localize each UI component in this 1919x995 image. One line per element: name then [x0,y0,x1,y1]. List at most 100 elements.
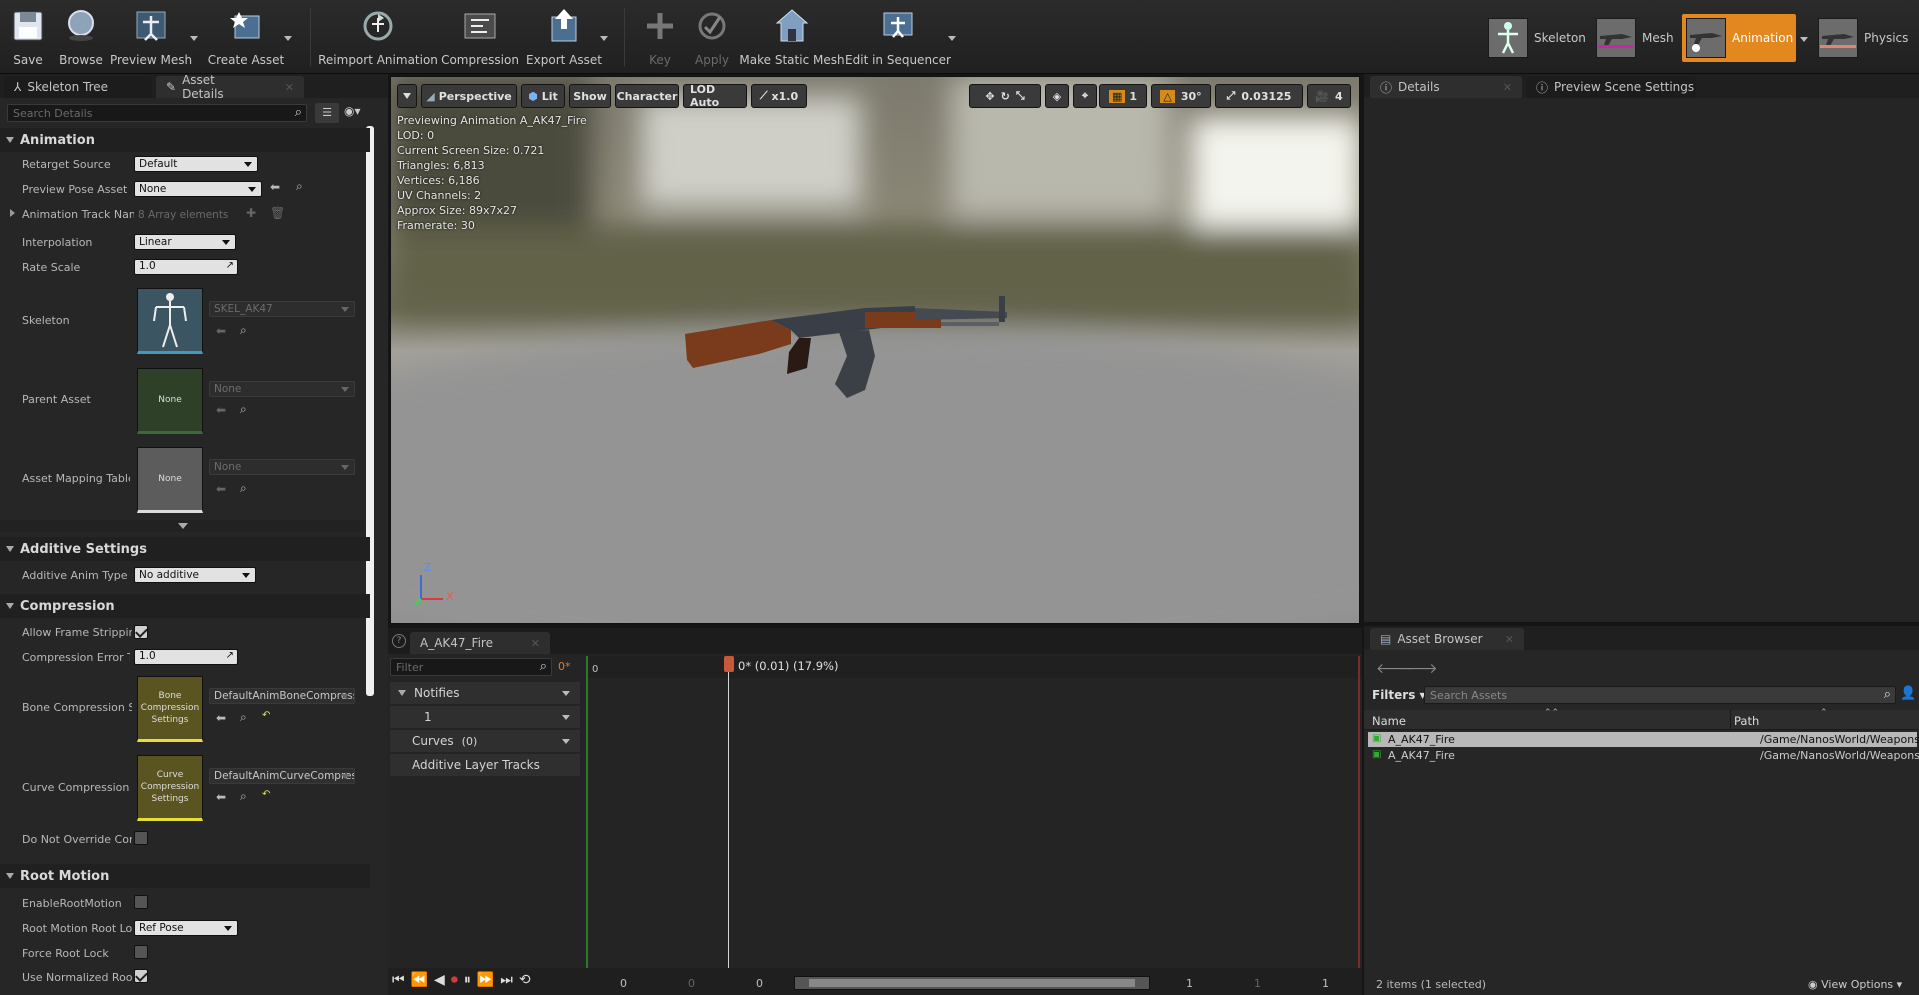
export-asset-dropdown-arrow[interactable] [600,36,608,41]
reset-default-icon[interactable]: ↶ [262,789,270,800]
preview-viewport[interactable]: ◢ Perspective ⬢ Lit Show Character LOD Aut… [390,76,1360,624]
lod-button[interactable]: LOD Auto [683,83,747,109]
make-static-mesh-button[interactable]: Make Static Mesh [739,4,845,70]
rate-scale-input[interactable]: 1.0 ↗ [134,259,238,275]
view-grid-icon[interactable]: ☰ [315,103,339,123]
parent-asset-combo[interactable]: None [209,381,355,397]
chevron-down-icon[interactable] [562,738,570,744]
force-root-lock-checkbox[interactable] [134,945,148,959]
notifies-track-header[interactable]: Notifies [390,682,580,704]
transform-tools-group[interactable]: ✥ ↻ ⤡ [969,84,1041,108]
do-not-override-checkbox[interactable] [134,831,148,845]
pause-icon[interactable]: ⏸ [464,972,471,988]
browse-magnifier-icon[interactable]: ⌕ [240,323,247,338]
skeleton-combo[interactable]: SKEL_AK47 [209,301,355,317]
use-selected-arrow-icon[interactable]: ⬅ [216,403,226,417]
create-asset-button[interactable]: Create Asset [208,4,284,70]
create-asset-dropdown-arrow[interactable] [284,36,292,41]
additive-type-combo[interactable]: No additive [134,567,256,583]
view-range-scrollbar[interactable] [794,976,1150,990]
step-forward-icon[interactable]: ⏩ [477,972,494,988]
notify-track-1[interactable]: 1 [390,706,580,728]
mode-physics-button[interactable]: Physics [1818,14,1918,62]
additive-settings-section-header[interactable]: Additive Settings [0,537,370,561]
browse-magnifier-icon[interactable]: ⌕ [240,481,247,496]
tab-preview-scene-settings[interactable]: ⓘ Preview Scene Settings [1526,76,1696,98]
show-button[interactable]: Show [569,84,611,108]
compression-error-input[interactable]: 1.0 ↗ [134,649,238,665]
retarget-source-combo[interactable]: Default [134,156,258,172]
perspective-button[interactable]: ◢ Perspective [421,84,517,108]
browse-magnifier-icon[interactable]: ⌕ [240,789,247,804]
playhead-handle[interactable] [724,656,734,672]
reset-default-icon[interactable]: ↶ [262,710,270,721]
column-header-path[interactable]: Path [1734,714,1759,728]
search-assets-input[interactable]: Search Assets ⌕ [1424,686,1896,704]
trash-icon[interactable]: 🗑 [270,206,285,220]
table-row[interactable]: ▣ A_AK47_Fire /Game/NanosWorld/Weapons/R… [1368,748,1919,763]
save-button[interactable]: Save [8,4,48,70]
animation-section-header[interactable]: Animation [0,128,370,152]
step-back-icon[interactable]: ⏪ [411,972,428,988]
time-ruler[interactable] [588,656,1362,678]
table-row[interactable]: ▣ A_AK47_Fire /Game/NanosWorld/Weapons/R… [1368,732,1919,747]
search-details-input[interactable]: Search Details ⌕ [7,104,307,122]
camera-speed-group[interactable]: 🎥 4 [1307,84,1351,108]
additive-layer-tracks-header[interactable]: Additive Layer Tracks [390,754,580,776]
bone-compression-combo[interactable]: DefaultAnimBoneCompressionSettings [209,688,355,704]
bone-compression-thumbnail[interactable]: Bone Compression Settings [137,676,203,742]
character-button[interactable]: Character [615,84,679,108]
browse-magnifier-icon[interactable]: ⌕ [240,710,247,725]
use-selected-arrow-icon[interactable]: ⬅ [216,711,226,725]
filters-button[interactable]: Filters ▾ [1372,688,1426,702]
chevron-down-icon[interactable] [562,690,570,696]
skeleton-asset-thumbnail[interactable] [137,288,203,354]
curve-compression-thumbnail[interactable]: Curve Compression Settings [137,755,203,821]
tab-skeleton-tree[interactable]: ⅄ Skeleton Tree [4,76,152,98]
curve-compression-combo[interactable]: DefaultAnimCurveCompressionSettings [209,768,355,784]
edit-in-sequencer-button[interactable]: Edit in Sequencer [845,4,951,70]
compression-button[interactable]: Compression [441,4,519,70]
scale-snap-icon[interactable]: ⤢ [1227,89,1236,103]
animation-mode-dropdown-arrow[interactable] [1800,37,1808,42]
preview-pose-combo[interactable]: None [134,181,262,197]
grid-snap-group[interactable]: ▦ 1 [1099,84,1147,108]
root-motion-section-header[interactable]: Root Motion [0,864,370,888]
surface-snap-icon[interactable]: ⌖ [1073,84,1097,108]
close-tab-icon[interactable]: ✕ [1503,81,1512,94]
expand-arrow-icon[interactable] [10,209,15,217]
lit-button[interactable]: ⬢ Lit [521,84,565,108]
add-element-icon[interactable]: ✚ [246,206,256,220]
browse-magnifier-icon[interactable]: ⌕ [296,179,303,194]
close-tab-icon[interactable]: ✕ [285,81,294,94]
view-range-thumb[interactable] [809,979,1135,987]
mode-animation-button[interactable]: Animation [1682,14,1796,62]
compression-section-header[interactable]: Compression [0,594,370,618]
scale-snap-group[interactable]: ⤢ 0.03125 [1215,84,1303,108]
column-header-name[interactable]: Name [1372,714,1406,728]
parent-asset-thumbnail[interactable]: None [137,368,203,434]
play-reverse-icon[interactable]: ◀ [434,972,445,988]
curves-track-header[interactable]: Curves (0) [390,730,580,752]
world-local-icon[interactable]: ◈ [1045,84,1069,108]
forward-arrow-icon[interactable]: 🡒 [1400,660,1438,677]
record-icon[interactable]: ⏺ [451,972,458,988]
normalized-root-checkbox[interactable] [134,969,148,983]
use-selected-arrow-icon[interactable]: ⬅ [216,324,226,338]
use-selected-arrow-icon[interactable]: ⬅ [270,180,280,194]
mode-skeleton-button[interactable]: Skeleton [1488,14,1592,62]
preview-mesh-dropdown-arrow[interactable] [190,36,198,41]
loop-icon[interactable]: ⟲ [519,972,531,988]
tab-asset-browser[interactable]: ▤ Asset Browser ✕ [1370,628,1524,650]
playback-speed-button[interactable]: ⟋ x1.0 [751,84,807,108]
export-asset-button[interactable]: Export Asset [526,4,602,70]
column-divider[interactable] [1730,710,1731,730]
viewport-options-button[interactable] [397,84,417,108]
interpolation-combo[interactable]: Linear [134,234,236,250]
asset-mapping-thumbnail[interactable]: None [137,447,203,513]
browse-button[interactable]: Browse [58,4,104,70]
to-start-icon[interactable]: ⏮ [392,972,405,988]
rotate-icon[interactable]: ↻ [1001,90,1010,103]
close-tab-icon[interactable]: ✕ [531,637,540,650]
use-selected-arrow-icon[interactable]: ⬅ [216,482,226,496]
